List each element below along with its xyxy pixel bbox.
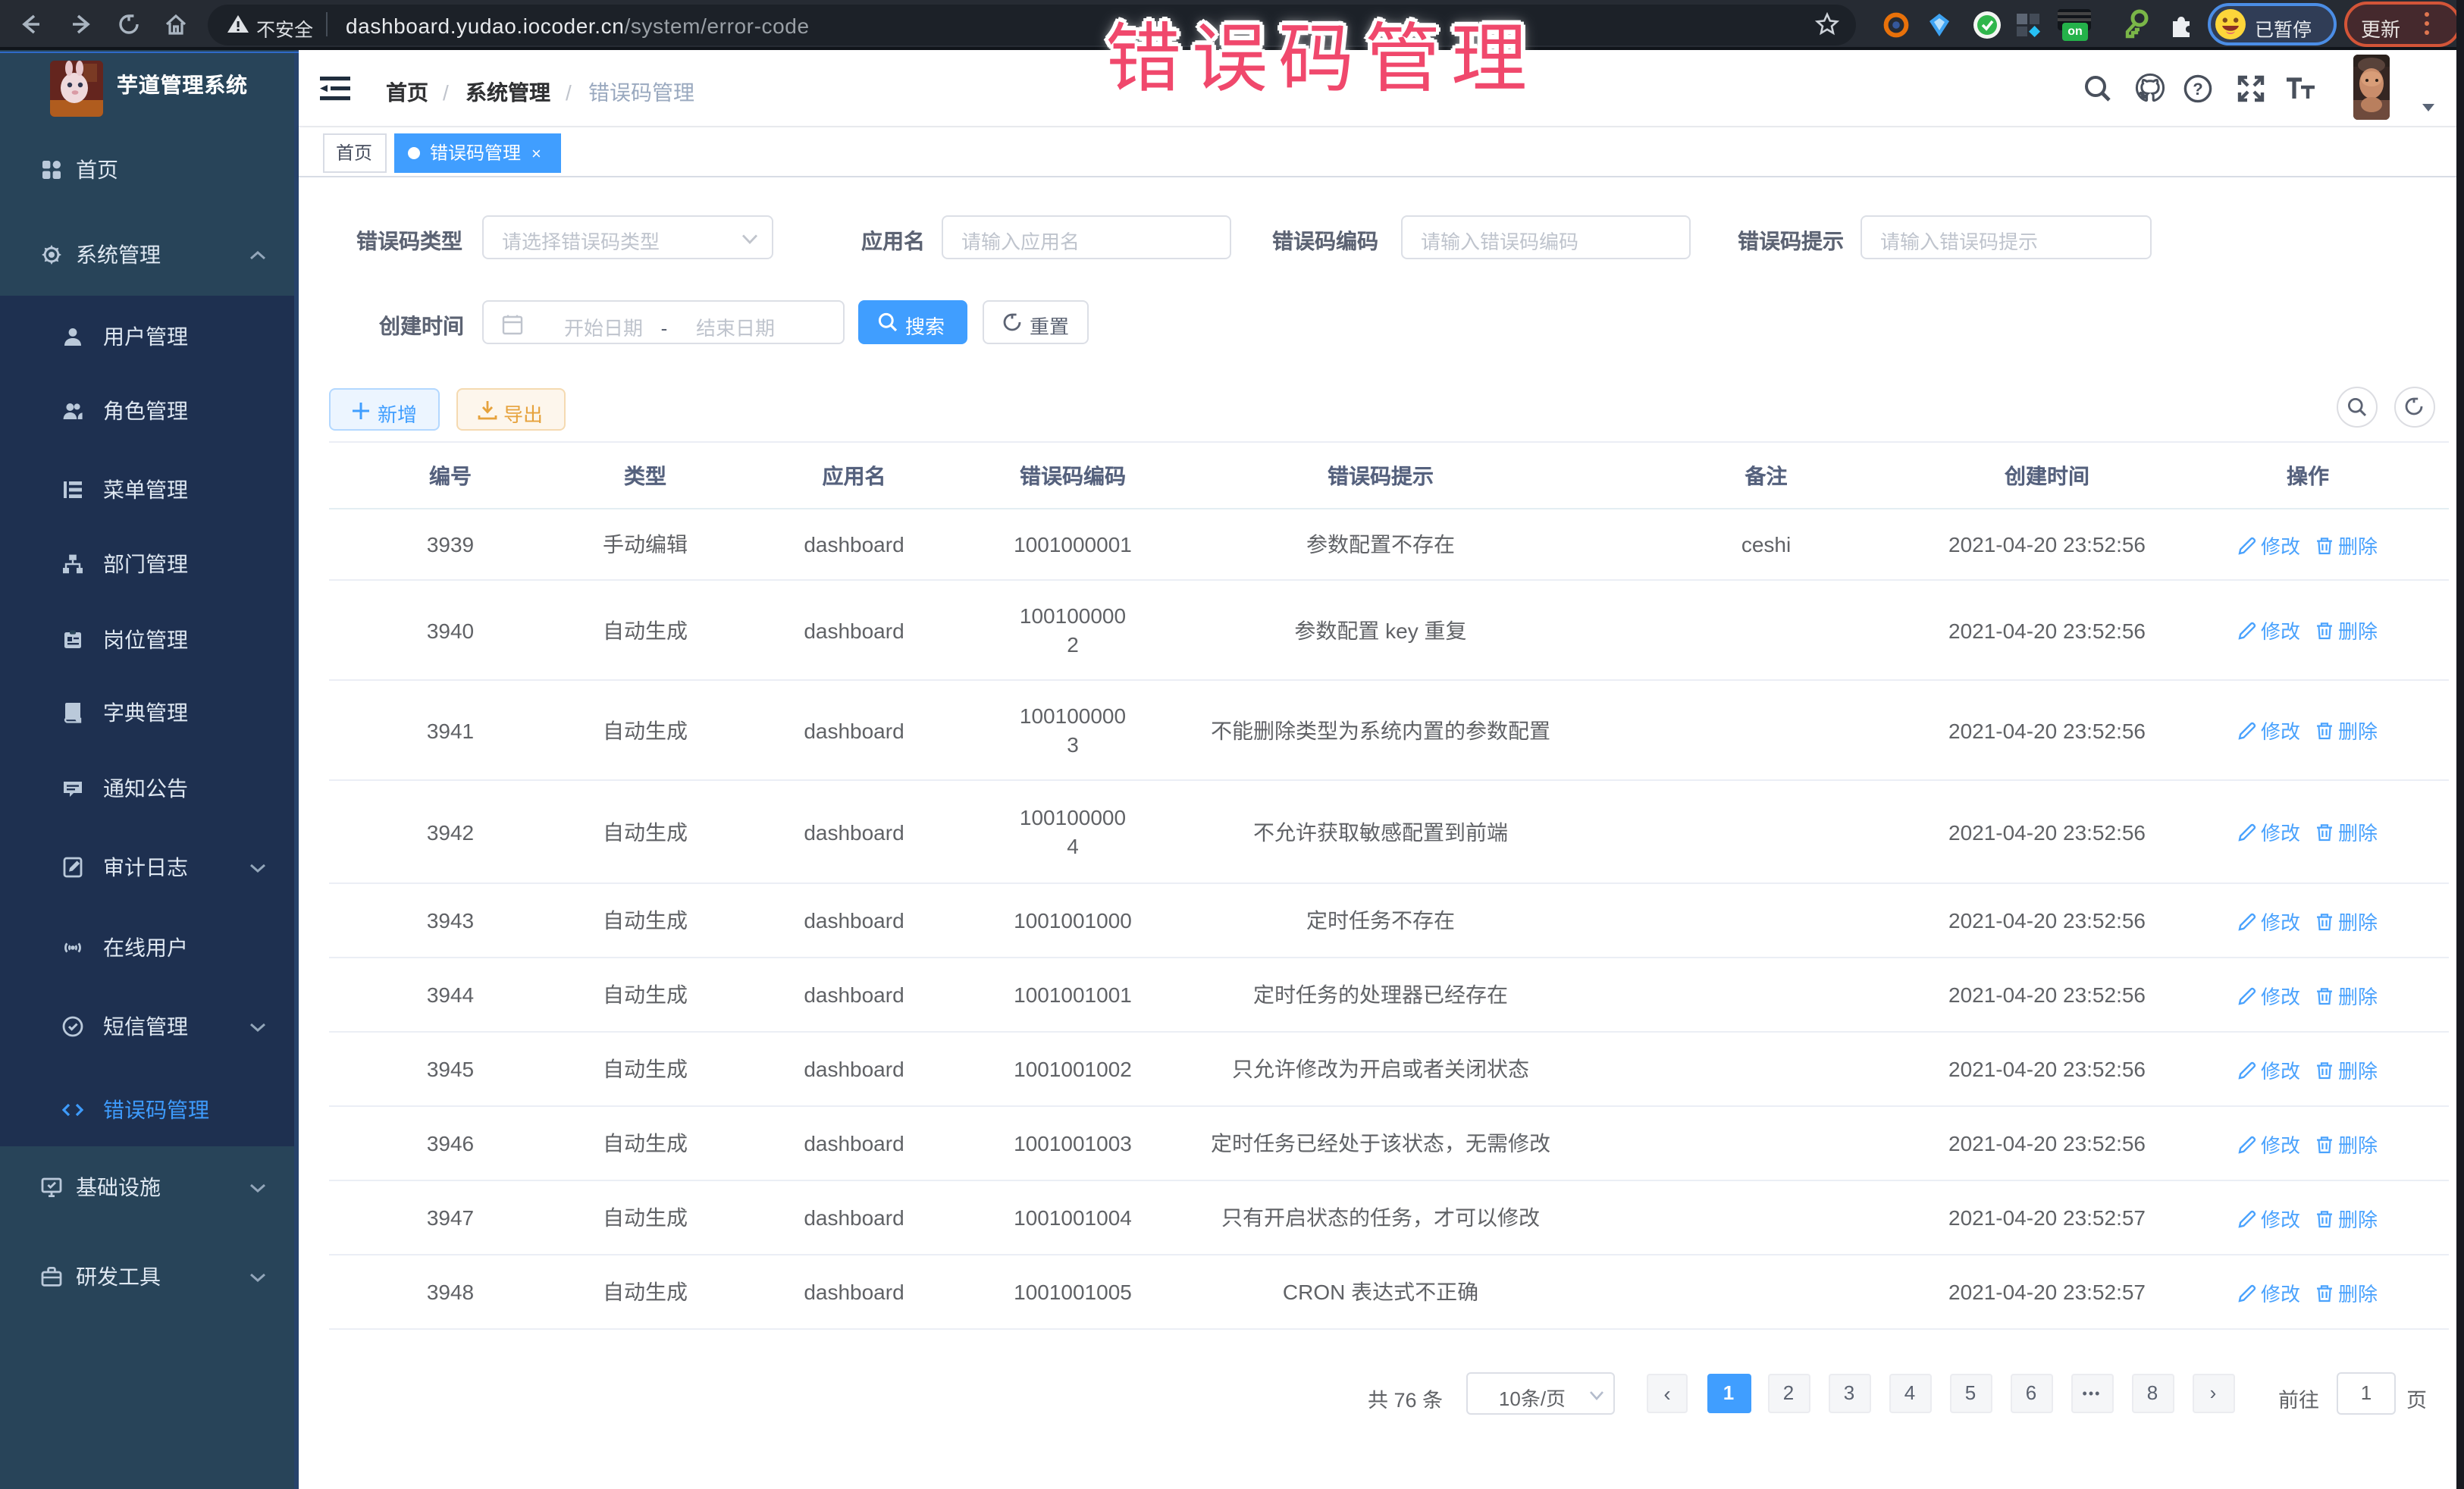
- svg-text:?: ?: [2193, 80, 2202, 99]
